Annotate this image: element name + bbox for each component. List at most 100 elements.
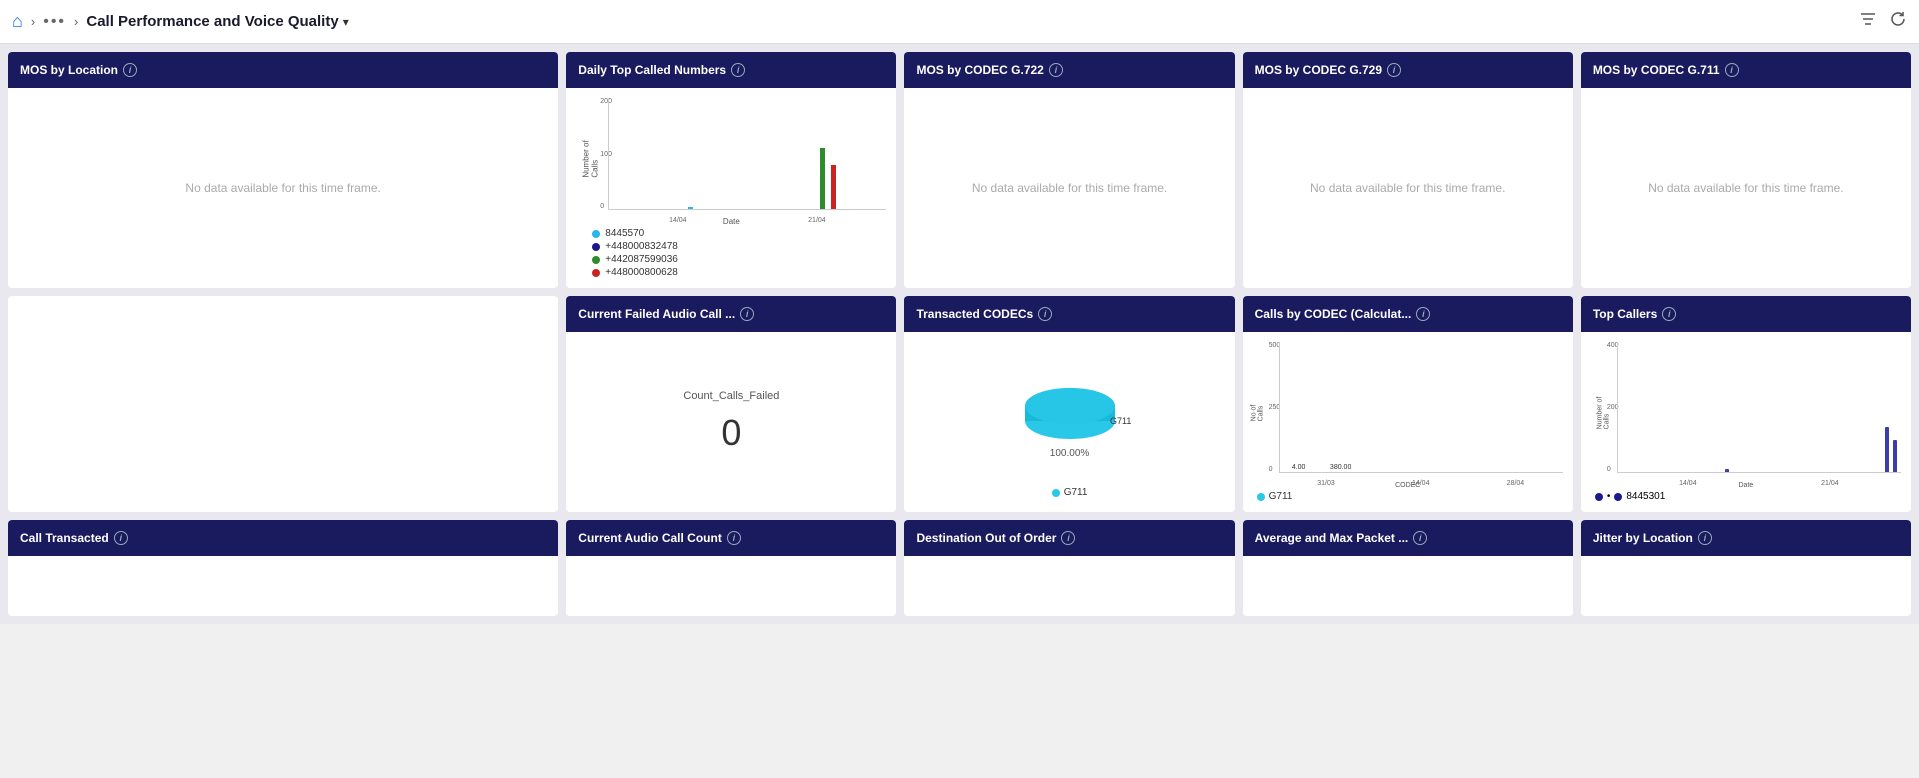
card-header-top-callers: Top Callers i [1581, 296, 1911, 332]
avg-max-body [1243, 556, 1573, 616]
calls-codec-body: No ofCalls 500 250 0 4.00 3 [1243, 332, 1573, 512]
x-date-2804: 28/04 [1507, 480, 1525, 487]
card-header-mos-location: MOS by Location i [8, 52, 558, 88]
chart-legend: 8445570 +448000832478 +442087599036 +448… [572, 224, 890, 282]
daily-top-title: Daily Top Called Numbers [578, 63, 726, 77]
row-middle: Current Failed Audio Call ... i Count_Ca… [8, 296, 1911, 512]
top-callers-info-icon[interactable]: i [1662, 307, 1676, 321]
card-bottom-header-avg-max: Average and Max Packet ... i [1243, 520, 1573, 556]
legend-dot-3 [592, 256, 600, 264]
legend-label-3: +442087599036 [605, 254, 678, 265]
count-display: Count_Calls_Failed 0 [683, 390, 779, 454]
daily-top-chart: Number ofCalls 200 100 0 [572, 94, 890, 224]
bar-2 [820, 148, 825, 209]
breadcrumb-dots[interactable]: ••• [43, 13, 66, 31]
card-bottom-header-call-transacted: Call Transacted i [8, 520, 558, 556]
calls-codec-x-dates: 31/03 14/04 28/04 [1279, 480, 1563, 487]
tc-x-date-2104: 21/04 [1821, 480, 1839, 487]
legend-dot-1 [592, 230, 600, 238]
card-failed-audio: Current Failed Audio Call ... i Count_Ca… [566, 296, 896, 512]
mos-location-title: MOS by Location [20, 63, 118, 77]
x-axis-label-date: Date [723, 217, 740, 226]
calls-codec-legend-label: G711 [1269, 491, 1293, 502]
pie-chart-svg: G711 [1005, 366, 1135, 456]
mos-location-lower-body [8, 296, 558, 512]
card-header-calls-codec: Calls by CODEC (Calculat... i [1243, 296, 1573, 332]
mos-729-no-data: No data available for this time frame. [1310, 181, 1505, 195]
count-label: Count_Calls_Failed [683, 390, 779, 402]
calls-codec-x-label: CODEC [1395, 482, 1420, 489]
dest-out-title: Destination Out of Order [916, 531, 1056, 545]
mos-722-body: No data available for this time frame. [904, 88, 1234, 288]
pie-percent-value: 100.00% [1050, 448, 1089, 459]
mos-729-title: MOS by CODEC G.729 [1255, 63, 1382, 77]
failed-audio-body: Count_Calls_Failed 0 [566, 332, 896, 512]
mos-location-no-data: No data available for this time frame. [185, 181, 380, 195]
page-title: Call Performance and Voice Quality [86, 13, 338, 30]
mos-711-no-data: No data available for this time frame. [1648, 181, 1843, 195]
daily-top-info-icon[interactable]: i [731, 63, 745, 77]
mos-711-info-icon[interactable]: i [1725, 63, 1739, 77]
transacted-title: Transacted CODECs [916, 307, 1033, 321]
call-transacted-info-icon[interactable]: i [114, 531, 128, 545]
dest-out-info-icon[interactable]: i [1061, 531, 1075, 545]
bar-label-380: 380.00 [1330, 464, 1351, 471]
card-bottom-call-transacted: Call Transacted i [8, 520, 558, 616]
bars-area [608, 98, 886, 210]
mos-711-body: No data available for this time frame. [1581, 88, 1911, 288]
filter-button[interactable] [1859, 11, 1877, 32]
calls-codec-legend: G711 [1249, 487, 1567, 506]
legend-item-1: 8445570 [592, 228, 882, 239]
mos-location-body: No data available for this time frame. [8, 88, 558, 288]
top-callers-body: Number ofCalls 400 200 0 14/04 [1581, 332, 1911, 512]
mos-722-title: MOS by CODEC G.722 [916, 63, 1043, 77]
mos-location-info-icon[interactable]: i [123, 63, 137, 77]
mos-729-body: No data available for this time frame. [1243, 88, 1573, 288]
card-mos-codec-729: MOS by CODEC G.729 i No data available f… [1243, 52, 1573, 288]
legend-item-4: +448000800628 [592, 267, 882, 278]
mos-722-info-icon[interactable]: i [1049, 63, 1063, 77]
bar-label-4: 4.00 [1292, 464, 1306, 471]
calls-codec-info-icon[interactable]: i [1416, 307, 1430, 321]
codec-bar-group-2: 380.00 [1330, 464, 1352, 472]
tc-x-label: Date [1738, 482, 1753, 489]
legend-dot-2 [592, 243, 600, 251]
transacted-legend-label: G711 [1064, 487, 1088, 498]
dashboard: MOS by Location i No data available for … [0, 44, 1919, 624]
title-dropdown-arrow[interactable]: ▾ [343, 15, 349, 29]
card-bottom-header-audio-count: Current Audio Call Count i [566, 520, 896, 556]
x-date-3103: 31/03 [1317, 480, 1335, 487]
jitter-title: Jitter by Location [1593, 531, 1693, 545]
calls-codec-y-label: No ofCalls [1250, 404, 1264, 421]
tc-legend-label: • [1607, 491, 1611, 502]
mos-729-info-icon[interactable]: i [1387, 63, 1401, 77]
failed-audio-info-icon[interactable]: i [740, 307, 754, 321]
tc-bar-2 [1885, 427, 1889, 473]
daily-top-body: Number ofCalls 200 100 0 [566, 88, 896, 288]
card-transacted-codecs: Transacted CODECs i G711 [904, 296, 1234, 512]
audio-count-title: Current Audio Call Count [578, 531, 722, 545]
avg-max-info-icon[interactable]: i [1413, 531, 1427, 545]
transacted-info-icon[interactable]: i [1038, 307, 1052, 321]
card-mos-codec-711: MOS by CODEC G.711 i No data available f… [1581, 52, 1911, 288]
daily-top-y-label: Number ofCalls [582, 140, 600, 177]
row-top: MOS by Location i No data available for … [8, 52, 1911, 288]
audio-count-info-icon[interactable]: i [727, 531, 741, 545]
svg-text:G711: G711 [1110, 416, 1131, 426]
call-transacted-body [8, 556, 558, 616]
refresh-button[interactable] [1889, 10, 1907, 33]
home-icon[interactable]: ⌂ [12, 11, 23, 32]
tc-legend-dot [1595, 493, 1603, 501]
card-mos-codec-722: MOS by CODEC G.722 i No data available f… [904, 52, 1234, 288]
card-header-transacted: Transacted CODECs i [904, 296, 1234, 332]
card-header-mos-711: MOS by CODEC G.711 i [1581, 52, 1911, 88]
card-bottom-header-jitter: Jitter by Location i [1581, 520, 1911, 556]
calls-codec-chart: No ofCalls 500 250 0 4.00 3 [1249, 338, 1567, 487]
breadcrumb-chevron-2: › [74, 14, 78, 29]
jitter-info-icon[interactable]: i [1698, 531, 1712, 545]
legend-label-1: 8445570 [605, 228, 644, 239]
top-callers-title: Top Callers [1593, 307, 1657, 321]
card-top-callers: Top Callers i Number ofCalls 400 200 0 [1581, 296, 1911, 512]
top-callers-bars [1617, 342, 1901, 473]
top-callers-chart: Number ofCalls 400 200 0 14/04 [1587, 338, 1905, 487]
